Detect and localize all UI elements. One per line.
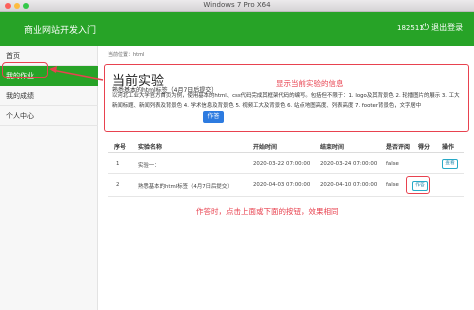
table-header: 序号 实验名称 开始时间 结束时间 是否评阅 得分 操作 (108, 137, 464, 153)
view-button[interactable]: 查看 (442, 159, 458, 169)
row-start: 2020-04-03 07:00:00 (253, 182, 311, 188)
row-reviewed: false (386, 182, 399, 188)
window-titlebar: Windows 7 Pro X64 (0, 0, 474, 12)
power-icon: ⏻ (422, 22, 430, 33)
sidebar-item-profile[interactable]: 个人中心 (0, 106, 98, 126)
col-end: 结束时间 (320, 144, 345, 151)
col-reviewed: 是否评阅 (386, 144, 411, 151)
row-start: 2020-03-22 07:00:00 (253, 161, 311, 167)
logout-label: 退出登录 (431, 23, 464, 32)
logout-button[interactable]: ⏻ 退出登录 (422, 22, 463, 33)
sidebar: 首页 我的作业 我的成绩 个人中心 (0, 46, 98, 310)
col-name: 实验名称 (138, 144, 163, 151)
row-name: 熟悉基本的html标签（4月7日后提交） (138, 184, 233, 190)
row-index: 1 (116, 161, 120, 167)
answer-button-top[interactable]: 作答 (203, 111, 224, 123)
table-row: 1 实验一： 2020-03-22 07:00:00 2020-03-24 07… (108, 154, 464, 174)
user-id: 182511 (397, 24, 424, 32)
breadcrumb: 当前位置：html (108, 52, 145, 58)
annotation-answer-hint: 作答时，点击上面或下面的按钮，效果相同 (196, 207, 339, 216)
col-action: 操作 (442, 144, 455, 151)
sidebar-highlight-annotation (2, 62, 48, 78)
row-index: 2 (116, 182, 120, 188)
row-end: 2020-03-24 07:00:00 (320, 161, 378, 167)
row-reviewed: false (386, 161, 399, 167)
brand-title[interactable]: 商业网站开发入门 (24, 23, 96, 36)
app-header: 商业网站开发入门 182511 ⏻ 退出登录 (0, 12, 474, 46)
col-score: 得分 (418, 144, 431, 151)
annotation-current-info: 显示当前实验的信息 (276, 79, 344, 88)
row-name: 实验一： (138, 163, 160, 169)
window-title: Windows 7 Pro X64 (203, 1, 271, 9)
col-index: 序号 (114, 144, 127, 151)
row-end: 2020-04-10 07:00:00 (320, 182, 378, 188)
sidebar-item-my-grades[interactable]: 我的成绩 (0, 86, 98, 106)
col-start: 开始时间 (253, 144, 278, 151)
row-button-highlight-annotation (406, 176, 430, 194)
current-experiment-description: 以河北工业大学官方首页为例，使用基本的html、css代码完成其框架代码的编写。… (112, 93, 460, 109)
